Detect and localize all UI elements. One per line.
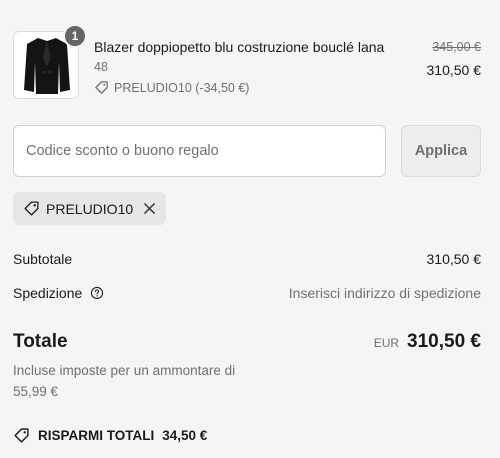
help-circle-icon[interactable]: [90, 286, 104, 300]
total-savings: RISPARMI TOTALI 34,50 €: [13, 427, 207, 444]
currency-code: EUR: [373, 336, 400, 350]
total-label: Totale: [13, 331, 68, 352]
subtotal-value: 310,50 €: [426, 251, 482, 267]
close-icon: [144, 203, 156, 214]
remove-discount-button[interactable]: [143, 202, 156, 215]
shipping-value: Inserisci indirizzo di spedizione: [288, 285, 481, 301]
total-value: 310,50 €: [407, 331, 481, 352]
original-price: 345,00 €: [432, 40, 481, 54]
product-variant: 48: [94, 60, 108, 74]
subtotal-label-text: Subtotale: [13, 251, 73, 267]
product-discount-label: PRELUDIO10 (-34,50 €): [114, 80, 250, 95]
savings-value: 34,50 €: [162, 428, 208, 443]
tag-icon: [95, 81, 108, 94]
apply-button[interactable]: Applica: [401, 125, 481, 177]
tax-note: Incluse imposte per un ammontare di 55,9…: [13, 363, 236, 399]
quantity-badge: 1: [63, 24, 87, 48]
savings-label: RISPARMI TOTALI: [38, 428, 155, 443]
shipping-label-text: Spedizione: [13, 285, 83, 301]
applied-discount-code: PRELUDIO10: [46, 200, 134, 217]
product-title: Blazer doppiopetto blu costruzione boucl…: [94, 39, 385, 55]
product-discount: PRELUDIO10 (-34,50 €): [94, 80, 249, 95]
applied-discount-chip: PRELUDIO10: [13, 192, 167, 225]
shipping-label: Spedizione: [13, 285, 104, 301]
subtotal-label: Subtotale: [13, 251, 72, 267]
tag-icon: [24, 201, 39, 216]
final-price: 310,50 €: [426, 62, 482, 78]
discount-code-input[interactable]: [13, 125, 386, 177]
tag-icon: [14, 428, 29, 443]
total-amount: EUR 310,50 €: [374, 331, 481, 353]
